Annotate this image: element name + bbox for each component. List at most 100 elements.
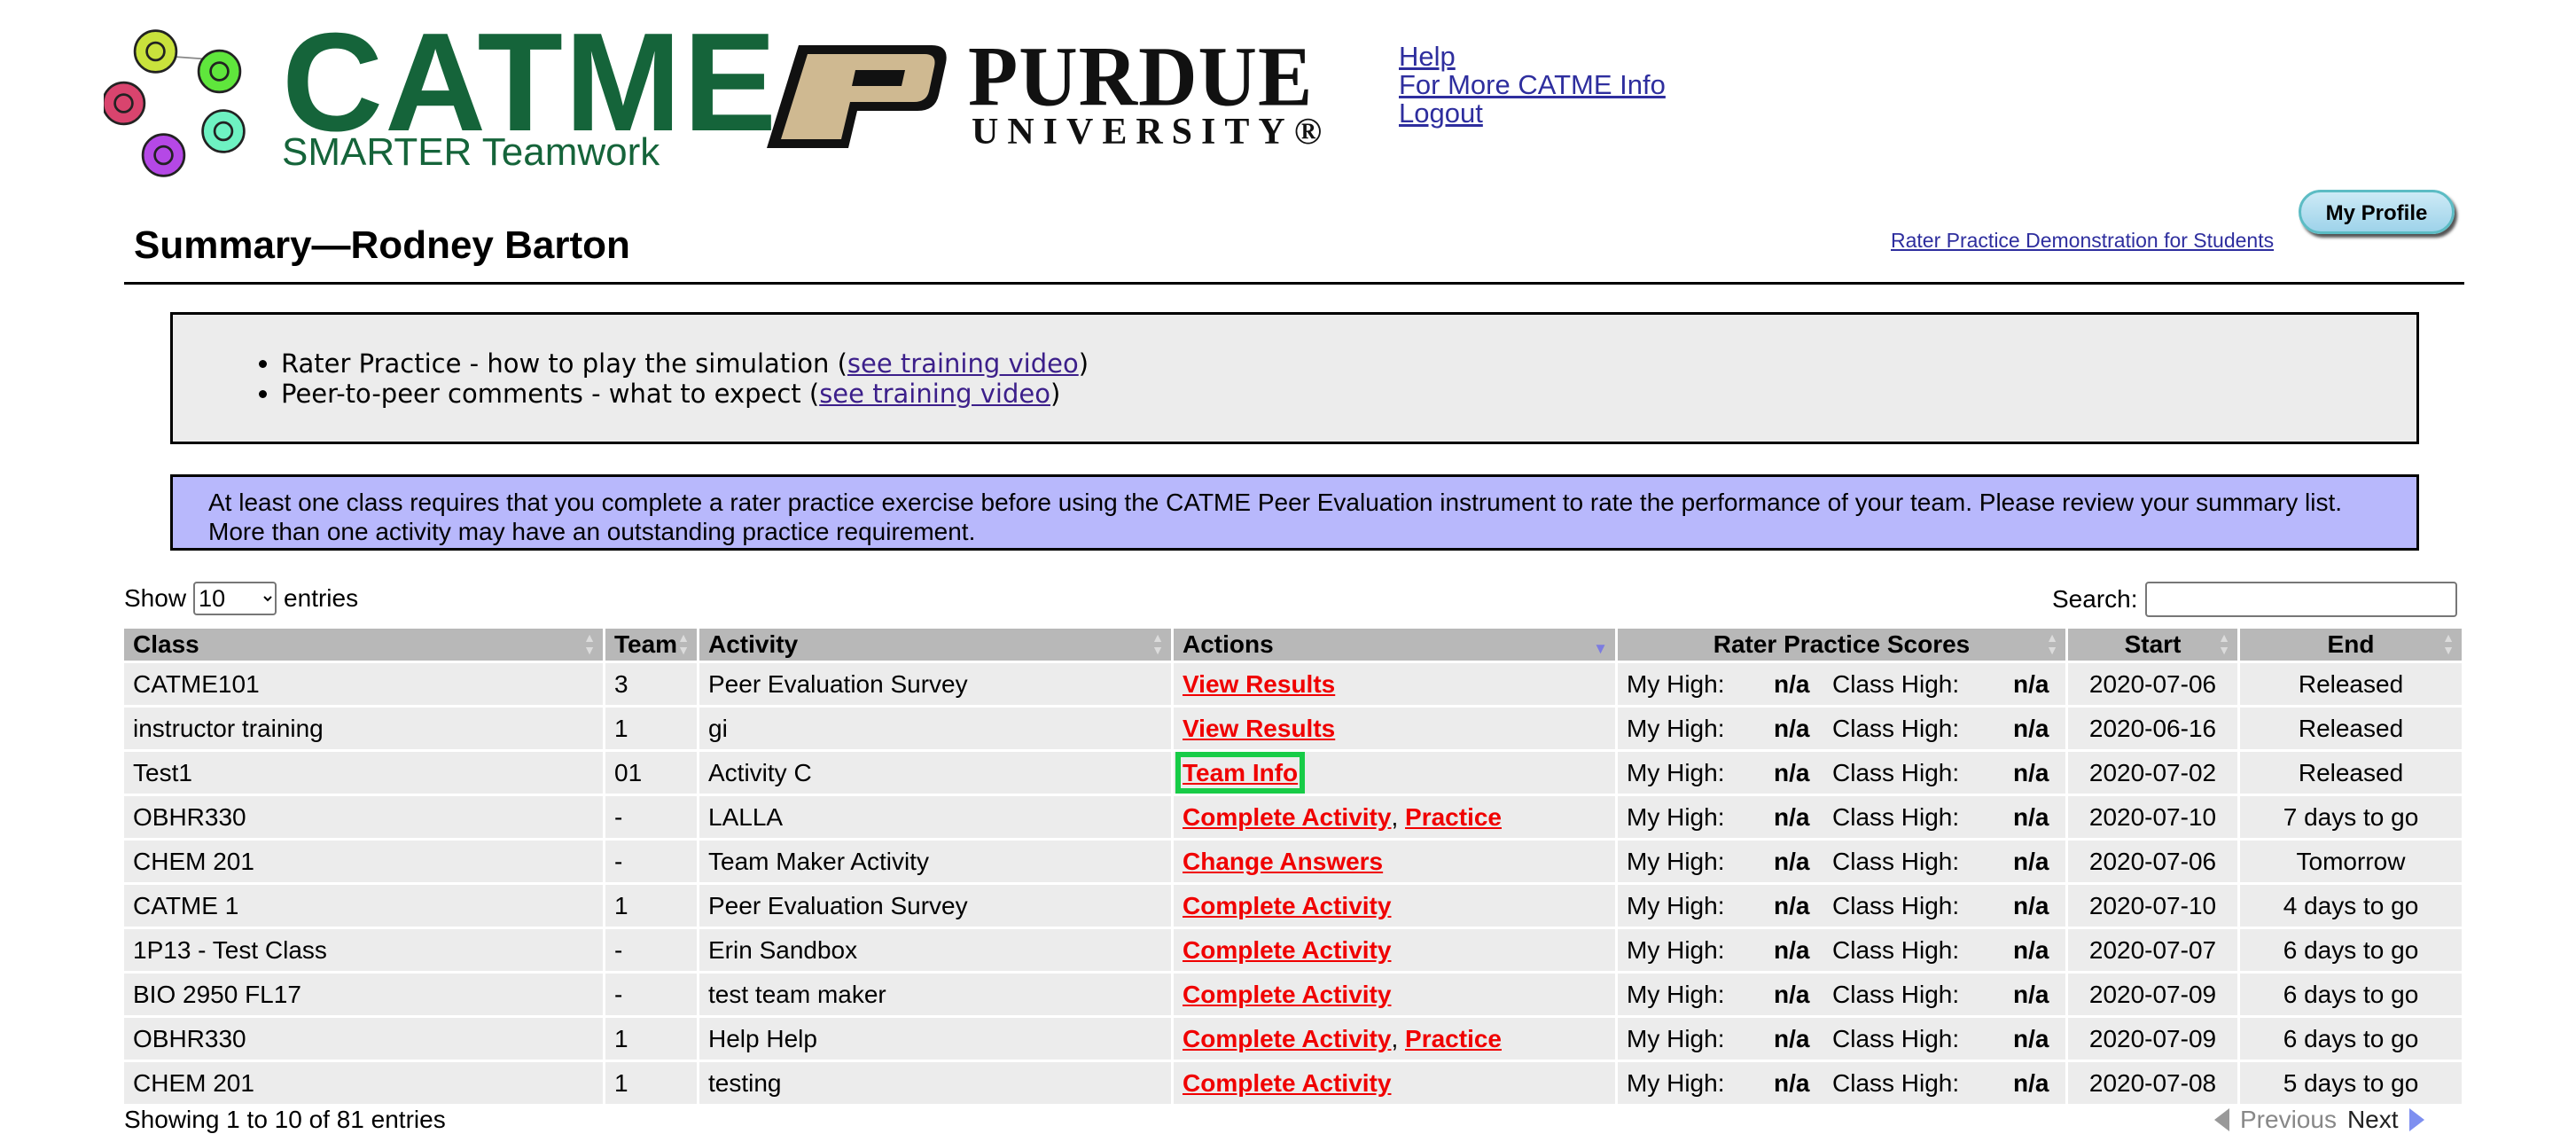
class-cell: BIO 2950 FL17 (124, 974, 603, 1015)
search-input[interactable] (2144, 582, 2457, 617)
team-cell: 1 (605, 708, 697, 749)
class-high-label: Class High: (1832, 714, 1960, 742)
view-results-link[interactable]: View Results (1183, 715, 1335, 742)
complete-activity-link[interactable]: Complete Activity (1183, 936, 1391, 964)
class-high-value: n/a (2013, 802, 2049, 831)
team-info-link[interactable]: Team Info (1175, 751, 1306, 794)
rater-scores-cell: My High: n/a Class High: n/a (1618, 752, 2065, 794)
class-high-value: n/a (2013, 847, 2049, 875)
next-button[interactable]: Next (2347, 1106, 2399, 1134)
search-label: Search: (2052, 585, 2138, 613)
start-cell: 2020-07-06 (2068, 841, 2237, 882)
activity-cell: Help Help (699, 1018, 1171, 1060)
activity-cell: Peer Evaluation Survey (699, 885, 1171, 927)
table-header-row: Class ▲ ▼ Team ▲ ▼ Activity ▲ ▼ Actions ▼ Rater… (124, 629, 2462, 661)
team-cell: - (605, 796, 697, 838)
start-cell: 2020-07-08 (2068, 1062, 2237, 1104)
rater-scores-cell: My High: n/a Class High: n/a (1618, 1018, 2065, 1060)
training-video-link[interactable]: see training video (819, 379, 1050, 409)
pagination: Previous Next (2214, 1106, 2424, 1134)
complete-activity-link[interactable]: Complete Activity (1183, 803, 1391, 831)
team-cell: - (605, 841, 697, 882)
column-header-activity[interactable]: Activity ▲ ▼ (699, 629, 1171, 661)
column-header-class[interactable]: Class ▲ ▼ (124, 629, 603, 661)
my-profile-button[interactable]: My Profile (2299, 190, 2455, 234)
complete-activity-link[interactable]: Complete Activity (1183, 1025, 1391, 1052)
class-cell: CHEM 201 (124, 841, 603, 882)
column-header-rater-scores[interactable]: Rater Practice Scores ▲ ▼ (1618, 629, 2065, 661)
table-row: CHEM 201- Team Maker Activity Change Answe… (124, 841, 2462, 882)
start-cell: 2020-07-09 (2068, 1018, 2237, 1060)
catme-team-circle-logo (104, 29, 246, 177)
actions-cell: Complete Activity (1174, 929, 1615, 971)
class-high-value: n/a (2013, 1068, 2049, 1097)
class-high-label: Class High: (1832, 1024, 1960, 1052)
class-high-label: Class High: (1832, 758, 1960, 786)
start-cell: 2020-07-10 (2068, 885, 2237, 927)
actions-cell: Change Answers (1174, 841, 1615, 882)
my-high-value: n/a (1774, 758, 1810, 786)
team-cell: 01 (605, 752, 697, 794)
complete-activity-link[interactable]: Complete Activity (1183, 981, 1391, 1008)
start-cell: 2020-07-10 (2068, 796, 2237, 838)
actions-cell: Complete Activity (1174, 1062, 1615, 1104)
training-video-link[interactable]: see training video (847, 348, 1079, 379)
rater-practice-notice: At least one class requires that you com… (170, 474, 2419, 551)
length-menu: Show 10 entries (124, 582, 358, 615)
training-videos-box: Rater Practice - how to play the simulat… (170, 312, 2419, 444)
complete-activity-link[interactable]: Complete Activity (1183, 892, 1391, 919)
table-row: BIO 2950 FL17- test team maker Complete Ac… (124, 974, 2462, 1015)
my-high-label: My High: (1627, 802, 1725, 831)
column-header-end[interactable]: End ▲ ▼ (2240, 629, 2462, 661)
class-high-label: Class High: (1832, 847, 1960, 875)
change-answers-link[interactable]: Change Answers (1183, 848, 1383, 875)
start-cell: 2020-07-07 (2068, 929, 2237, 971)
purdue-wordmark: PURDUE (968, 28, 1314, 124)
end-cell: 6 days to go (2240, 929, 2462, 971)
class-high-value: n/a (2013, 714, 2049, 742)
my-high-label: My High: (1627, 980, 1725, 1008)
table-row: OBHR330 1 Help Help Complete Activity, Prac… (124, 1018, 2462, 1060)
team-cell: 1 (605, 1018, 697, 1060)
rater-practice-demo-link[interactable]: Rater Practice Demonstration for Student… (1891, 229, 2274, 253)
more-catme-info-link[interactable]: For More CATME Info (1399, 71, 1666, 99)
end-cell: Released (2240, 752, 2462, 794)
my-high-value: n/a (1774, 669, 1810, 698)
search-area: Search: (2052, 582, 2457, 617)
title-divider (124, 282, 2464, 285)
my-high-label: My High: (1627, 1068, 1725, 1097)
actions-cell: View Results (1174, 663, 1615, 705)
page-title: Summary—Rodney Barton (134, 223, 630, 267)
column-header-start[interactable]: Start ▲ ▼ (2068, 629, 2237, 661)
previous-button[interactable]: Previous (2240, 1106, 2337, 1134)
table-row: instructor training 1 gi View Results My Hi… (124, 708, 2462, 749)
header-links: Help For More CATME Info Logout (1399, 43, 1666, 128)
sort-both-icon: ▲ ▼ (1151, 630, 1164, 657)
sort-both-icon: ▲ ▼ (677, 630, 690, 657)
end-cell: Released (2240, 708, 2462, 749)
entries-per-page-select[interactable]: 10 (193, 582, 277, 615)
column-header-team[interactable]: Team ▲ ▼ (605, 629, 697, 661)
my-high-value: n/a (1774, 1068, 1810, 1097)
end-cell: 6 days to go (2240, 1018, 2462, 1060)
help-link[interactable]: Help (1399, 43, 1666, 71)
activity-cell: test team maker (699, 974, 1171, 1015)
column-header-actions[interactable]: Actions ▼ (1174, 629, 1615, 661)
class-cell: OBHR330 (124, 1018, 603, 1060)
class-cell: CATME101 (124, 663, 603, 705)
complete-activity-link[interactable]: Complete Activity (1183, 1069, 1391, 1097)
class-high-label: Class High: (1832, 669, 1960, 698)
sort-both-icon: ▲ ▼ (2442, 630, 2455, 657)
practice-link[interactable]: Practice (1405, 1025, 1502, 1052)
class-high-label: Class High: (1832, 891, 1960, 919)
logout-link[interactable]: Logout (1399, 99, 1666, 128)
rater-scores-cell: My High: n/a Class High: n/a (1618, 708, 2065, 749)
my-high-value: n/a (1774, 980, 1810, 1008)
class-high-label: Class High: (1832, 980, 1960, 1008)
table-info: Showing 1 to 10 of 81 entries (124, 1106, 446, 1133)
practice-link[interactable]: Practice (1405, 803, 1502, 831)
my-high-value: n/a (1774, 1024, 1810, 1052)
view-results-link[interactable]: View Results (1183, 670, 1335, 698)
entries-label: entries (284, 584, 359, 612)
team-cell: - (605, 974, 697, 1015)
